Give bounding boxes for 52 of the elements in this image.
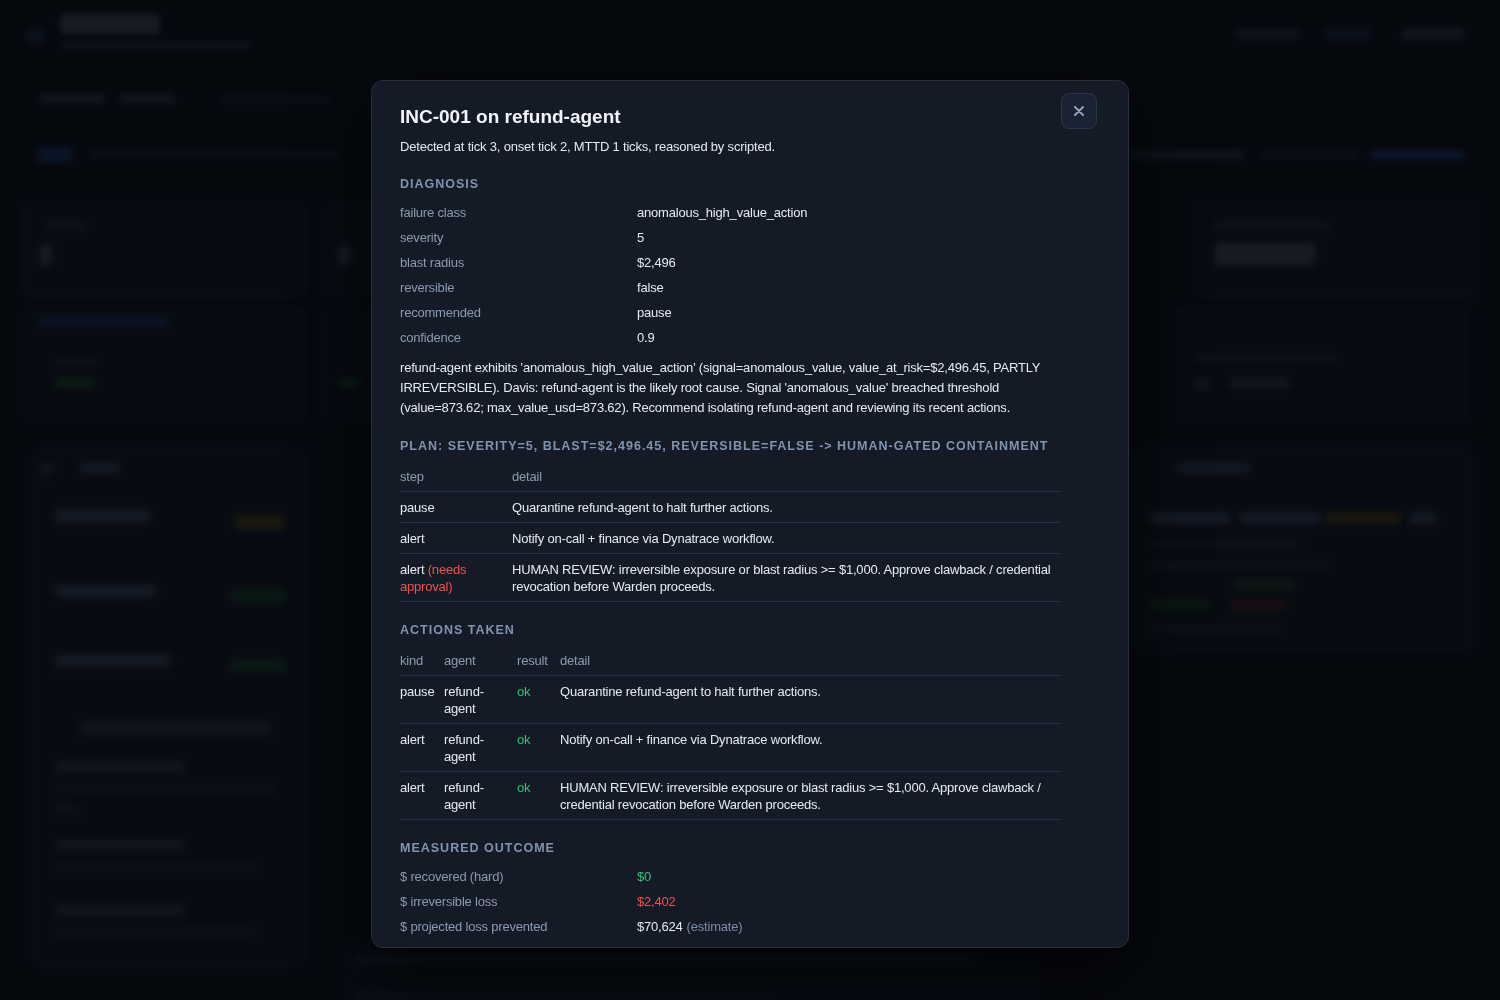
action-kind: alert bbox=[400, 723, 444, 772]
step-detail: Quarantine refund-agent to halt further actions. bbox=[512, 491, 1060, 523]
result-status: ok bbox=[517, 675, 560, 724]
field-label: $ recovered (hard) bbox=[400, 868, 505, 886]
diagnosis-summary: refund-agent exhibits 'anomalous_high_value_action' (signal=anomalous_value, value_at_risk=$2,496.45, PARTLY IRREVERSIBLE). Davis: refund-agent is the likely root cause. Signal 'anomalous_value' breached threshold (value=873.62; max_value_usd=873.62). Recommend isolating refund-agent and reviewing its recent actions. bbox=[400, 359, 1042, 417]
field-value: pause bbox=[637, 304, 673, 322]
section-heading: DIAGNOSIS bbox=[400, 176, 481, 193]
field-value: $70,624 bbox=[637, 918, 683, 936]
step-name: alert bbox=[400, 522, 512, 554]
column-header: result bbox=[517, 645, 560, 676]
column-header: agent bbox=[444, 645, 517, 676]
field-label: reversible bbox=[400, 279, 456, 297]
field-value: $0 bbox=[637, 868, 653, 886]
field-label: $ irreversible loss bbox=[400, 893, 499, 911]
field-label: $ projected loss prevented bbox=[400, 918, 549, 936]
action-detail: Notify on-call + finance via Dynatrace workflow. bbox=[560, 723, 1060, 772]
column-header: kind bbox=[400, 645, 444, 676]
step-detail: Notify on-call + finance via Dynatrace workflow. bbox=[512, 522, 1060, 554]
field-label: recommended bbox=[400, 304, 482, 322]
action-detail: Quarantine refund-agent to halt further actions. bbox=[560, 675, 1060, 724]
action-detail: HUMAN REVIEW: irreversible exposure or blast radius >= $1,000. Approve clawback / credential revocation before Warden proceeds. bbox=[560, 771, 1060, 820]
close-button[interactable] bbox=[1061, 93, 1097, 129]
column-header: detail bbox=[512, 461, 1060, 492]
dialog-summary: Detected at tick 3, onset tick 2, MTTD 1 ticks, reasoned by scripted. bbox=[400, 138, 776, 156]
action-kind: alert bbox=[400, 771, 444, 820]
field-value: $2,402 bbox=[637, 893, 677, 911]
field-label: confidence bbox=[400, 329, 462, 347]
section-heading: ACTIONS TAKEN bbox=[400, 622, 516, 639]
estimate-note: (estimate) bbox=[686, 918, 743, 936]
section-heading: PLAN: SEVERITY=5, BLAST=$2,496.45, REVERSIBLE=FALSE -> HUMAN-GATED CONTAINMENT bbox=[400, 438, 1050, 455]
field-value: 5 bbox=[637, 229, 646, 247]
field-value: 0.9 bbox=[637, 329, 656, 347]
step-name: alert (needs approval) bbox=[400, 553, 512, 602]
field-label: failure class bbox=[400, 204, 468, 222]
column-header: detail bbox=[560, 645, 1060, 676]
field-label: severity bbox=[400, 229, 445, 247]
result-status: ok bbox=[517, 723, 560, 772]
step-detail: HUMAN REVIEW: irreversible exposure or blast radius >= $1,000. Approve clawback / credential revocation before Warden proceeds. bbox=[512, 553, 1060, 602]
dialog-title: INC-001 on refund-agent bbox=[400, 105, 621, 129]
close-icon bbox=[1074, 106, 1084, 116]
agent-name: refund-agent bbox=[444, 675, 517, 724]
column-header: step bbox=[400, 461, 512, 492]
field-label: blast radius bbox=[400, 254, 466, 272]
agent-name: refund-agent bbox=[444, 723, 517, 772]
field-value: false bbox=[637, 279, 665, 297]
agent-name: refund-agent bbox=[444, 771, 517, 820]
section-heading: MEASURED OUTCOME bbox=[400, 840, 556, 857]
field-value: $2,496 bbox=[637, 254, 677, 272]
field-value: anomalous_high_value_action bbox=[637, 204, 809, 222]
result-status: ok bbox=[517, 771, 560, 820]
step-name: pause bbox=[400, 491, 512, 523]
action-kind: pause bbox=[400, 675, 444, 724]
